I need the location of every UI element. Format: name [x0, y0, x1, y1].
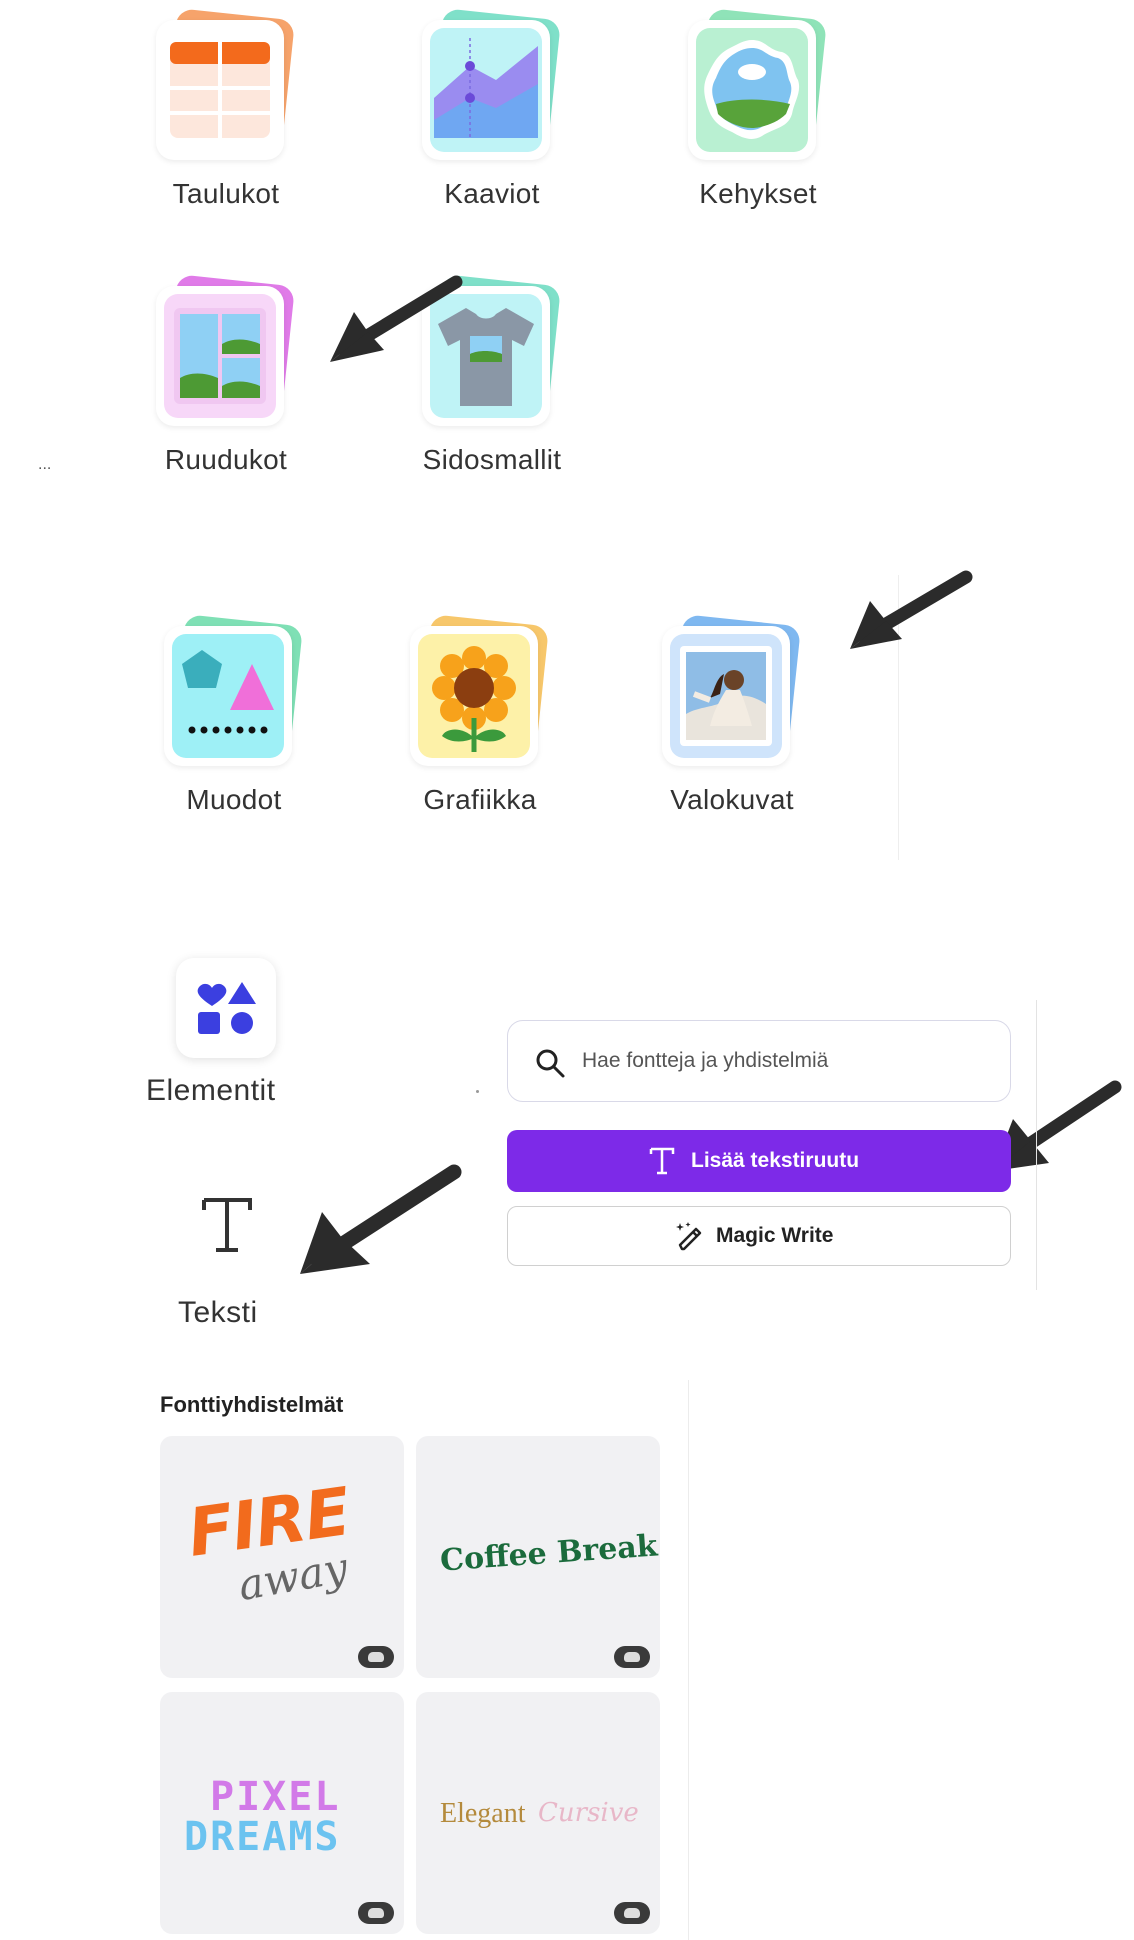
search-placeholder: Hae fontteja ja yhdistelmiä [582, 1049, 829, 1072]
magic-pen-icon [676, 1222, 702, 1251]
pro-crown-icon [614, 1902, 650, 1924]
font-combos-title: Fonttiyhdistelmät [160, 1392, 344, 1417]
category-label: Kaaviot [444, 178, 540, 209]
arrow-pointer-icon [300, 1164, 462, 1274]
category-label: Ruudukot [164, 444, 288, 475]
font-combo-card[interactable]: Coffee Break [416, 1436, 660, 1678]
font-combo-card[interactable]: Elegant Cursive [416, 1692, 660, 1934]
chart-icon [434, 38, 538, 138]
panel-divider [1036, 1000, 1037, 1290]
category-label: Muodot [186, 784, 282, 815]
add-textbox-button[interactable]: Lisää tekstiruutu [507, 1130, 1011, 1192]
pro-crown-icon [358, 1902, 394, 1924]
combo-text-secondary: Cursive [538, 1798, 639, 1828]
magic-write-label: Magic Write [716, 1224, 834, 1247]
combo-text-secondary: DREAMS [184, 1814, 341, 1860]
pro-crown-icon [358, 1646, 394, 1668]
shapes-icon [182, 650, 274, 734]
font-combo-card[interactable]: PIXEL DREAMS [160, 1692, 404, 1934]
table-icon [170, 42, 270, 138]
category-photos[interactable]: Valokuvat [642, 614, 822, 826]
category-label: Kehykset [699, 178, 817, 209]
photo-icon [680, 646, 772, 746]
text-t-icon [649, 1147, 675, 1175]
category-charts[interactable]: Kaaviot [402, 8, 582, 220]
elements-label: Elementit [146, 1074, 276, 1107]
category-frames[interactable]: Kehykset [668, 8, 848, 220]
ellipsis-text: ... [38, 456, 52, 473]
category-label: Valokuvat [670, 784, 794, 815]
arrow-pointer-icon [330, 275, 463, 362]
font-combo-card[interactable]: FIRE away [160, 1436, 404, 1678]
pro-crown-icon [614, 1646, 650, 1668]
text-icon[interactable] [200, 1196, 254, 1256]
grid-icon [174, 308, 266, 404]
elements-button[interactable] [176, 958, 276, 1058]
category-label: Grafiikka [423, 784, 537, 815]
add-textbox-label: Lisää tekstiruutu [691, 1149, 860, 1172]
category-tables[interactable]: Taulukot [136, 8, 316, 220]
elements-icon [197, 982, 256, 1034]
category-graphics[interactable]: Grafiikka [390, 614, 570, 826]
combo-text-primary: Coffee Break [439, 1528, 659, 1579]
sunflower-icon [432, 646, 516, 752]
category-grids[interactable]: Ruudukot [136, 274, 316, 486]
text-label[interactable]: Teksti [178, 1296, 258, 1330]
font-search-field[interactable]: Hae fontteja ja yhdistelmiä [507, 1020, 1011, 1102]
category-label: Sidosmallit [422, 444, 562, 475]
category-label: Taulukot [172, 178, 280, 209]
dot-separator [476, 1090, 479, 1093]
frame-icon [704, 40, 800, 139]
magic-write-button[interactable]: Magic Write [507, 1206, 1011, 1266]
search-icon [536, 1049, 565, 1078]
combo-text-primary: Elegant [440, 1798, 526, 1829]
category-shapes[interactable]: Muodot [144, 614, 324, 826]
panel-divider [688, 1380, 689, 1940]
arrow-pointer-icon [850, 570, 973, 649]
